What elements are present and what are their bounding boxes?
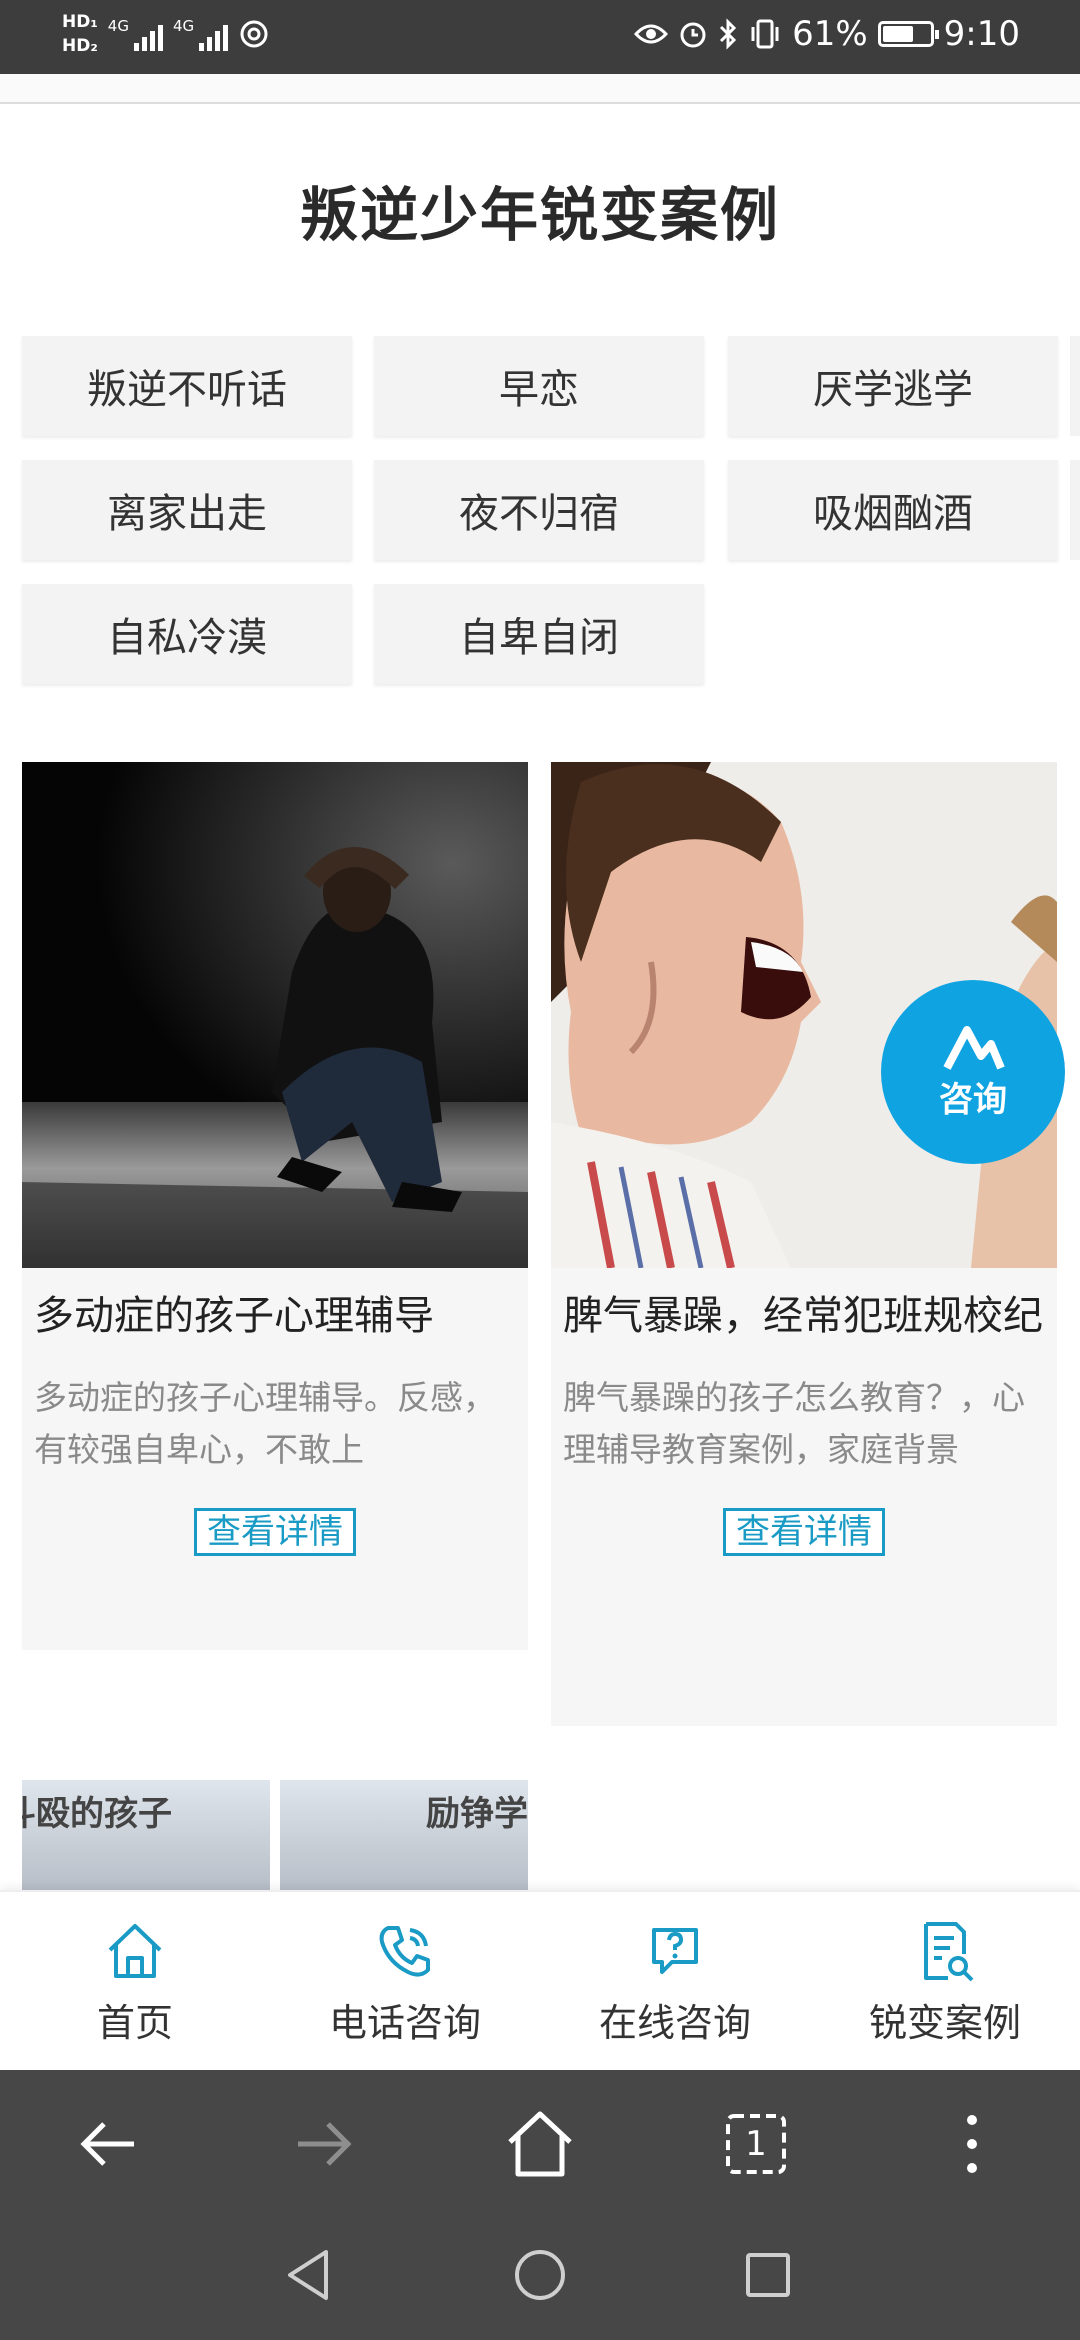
tag-selfish-cold[interactable]: 自私冷漠	[22, 584, 352, 684]
back-button[interactable]	[68, 2104, 148, 2184]
tag-early-love[interactable]: 早恋	[374, 336, 704, 436]
more-vertical-icon	[967, 2115, 977, 2173]
floating-consult-button[interactable]: 咨询	[881, 980, 1065, 1164]
tag-truancy[interactable]: 厌学逃学	[728, 336, 1058, 436]
case-card[interactable]: 多动症的孩子心理辅导 多动症的孩子心理辅导。反感，有较强自卑心，不敢上 查看详情	[22, 762, 528, 1650]
case-card[interactable]: 脾气暴躁，经常犯班规校纪 脾气暴躁的孩子怎么教育？，心理辅导教育案例，家庭背景 …	[551, 762, 1057, 1726]
card-title[interactable]: 脾气暴躁，经常犯班规校纪	[551, 1268, 1057, 1354]
circle-home-icon	[515, 2250, 565, 2300]
nav-home[interactable]: 首页	[0, 1892, 270, 2070]
signal-2-icon: 4G	[173, 17, 229, 51]
bluetooth-icon	[720, 18, 737, 50]
signal-1-icon: 4G	[108, 17, 163, 51]
card-description: 多动症的孩子心理辅导。反感，有较强自卑心，不敢上	[34, 1378, 496, 1469]
chat-question-icon	[652, 1928, 698, 1974]
hd2-label: HD₂	[62, 36, 98, 56]
thumbnail-caption: 励铮学	[426, 1794, 528, 1834]
nav-home-label: 首页	[96, 2001, 173, 2045]
consult-logo-icon	[943, 1025, 1005, 1070]
nav-cases[interactable]: 锐变案例	[810, 1892, 1080, 2070]
tag-overflow-edge	[1070, 336, 1080, 436]
arrow-right-icon	[298, 2122, 352, 2166]
status-bar: HD₁ HD₂ 4G 4G 61% 9:10	[0, 0, 1080, 74]
system-home-button[interactable]	[505, 2240, 575, 2310]
card-title[interactable]: 多动症的孩子心理辅导	[22, 1268, 528, 1354]
header-divider	[0, 74, 1080, 104]
nav-phone[interactable]: 电话咨询	[270, 1892, 540, 2070]
forward-button[interactable]	[284, 2104, 364, 2184]
tag-runaway[interactable]: 离家出走	[22, 460, 352, 560]
alarm-icon	[680, 22, 706, 48]
sad-boy-image	[22, 847, 528, 1268]
hd-indicators: HD₁ HD₂	[62, 10, 98, 58]
browser-home-button[interactable]	[500, 2104, 580, 2184]
tab-count: 1	[745, 2124, 767, 2164]
bottom-nav: 首页 电话咨询 在线咨询 锐变案例	[0, 1890, 1080, 2070]
clock: 9:10	[943, 14, 1020, 54]
phone-icon	[379, 1926, 430, 1977]
thumbnail-caption: 斗殴的孩子	[22, 1794, 172, 1834]
case-photo-sad-boy[interactable]	[22, 762, 528, 1268]
document-search-icon	[924, 1922, 974, 1982]
battery-percent: 61%	[792, 14, 868, 54]
home-outline-icon	[508, 2111, 572, 2177]
system-back-button[interactable]	[274, 2240, 344, 2310]
tag-low-esteem[interactable]: 自卑自闭	[374, 584, 704, 684]
browser-menu-button[interactable]	[932, 2104, 1012, 2184]
tag-rebellious[interactable]: 叛逆不听话	[22, 336, 352, 436]
case-thumbnail[interactable]: 励铮学	[280, 1780, 528, 1890]
status-left: HD₁ HD₂ 4G 4G	[62, 10, 270, 58]
home-icon	[108, 1924, 162, 1978]
view-details-button[interactable]: 查看详情	[723, 1508, 885, 1556]
nav-cases-label: 锐变案例	[868, 2001, 1021, 2045]
eye-icon	[634, 24, 669, 44]
view-details-button[interactable]: 查看详情	[194, 1508, 356, 1556]
system-nav-bar	[0, 2214, 1080, 2340]
nav-phone-label: 电话咨询	[328, 2001, 481, 2045]
battery-icon	[877, 21, 939, 47]
vibrate-icon	[751, 19, 779, 49]
tag-stay-out[interactable]: 夜不归宿	[374, 460, 704, 560]
triangle-back-icon	[288, 2250, 328, 2300]
arrow-left-icon	[80, 2122, 134, 2166]
page-title: 叛逆少年锐变案例	[299, 181, 780, 249]
browser-toolbar: 1	[0, 2070, 1080, 2214]
tag-overflow-edge	[1070, 460, 1080, 560]
floating-consult-label: 咨询	[939, 1079, 1007, 1120]
tabs-button[interactable]: 1	[716, 2104, 796, 2184]
tag-smoking-drinking[interactable]: 吸烟酗酒	[728, 460, 1058, 560]
nav-online-consult-label: 在线咨询	[598, 2001, 751, 2045]
nav-online-consult[interactable]: 在线咨询	[540, 1892, 810, 2070]
square-recents-icon	[746, 2253, 790, 2297]
status-right: 61% 9:10	[634, 14, 1020, 54]
case-thumbnail[interactable]: 斗殴的孩子	[22, 1780, 270, 1890]
hd1-label: HD₁	[62, 12, 98, 32]
card-description: 脾气暴躁的孩子怎么教育？，心理辅导教育案例，家庭背景	[563, 1378, 1025, 1469]
system-recents-button[interactable]	[733, 2240, 803, 2310]
hotspot-icon	[240, 20, 268, 48]
